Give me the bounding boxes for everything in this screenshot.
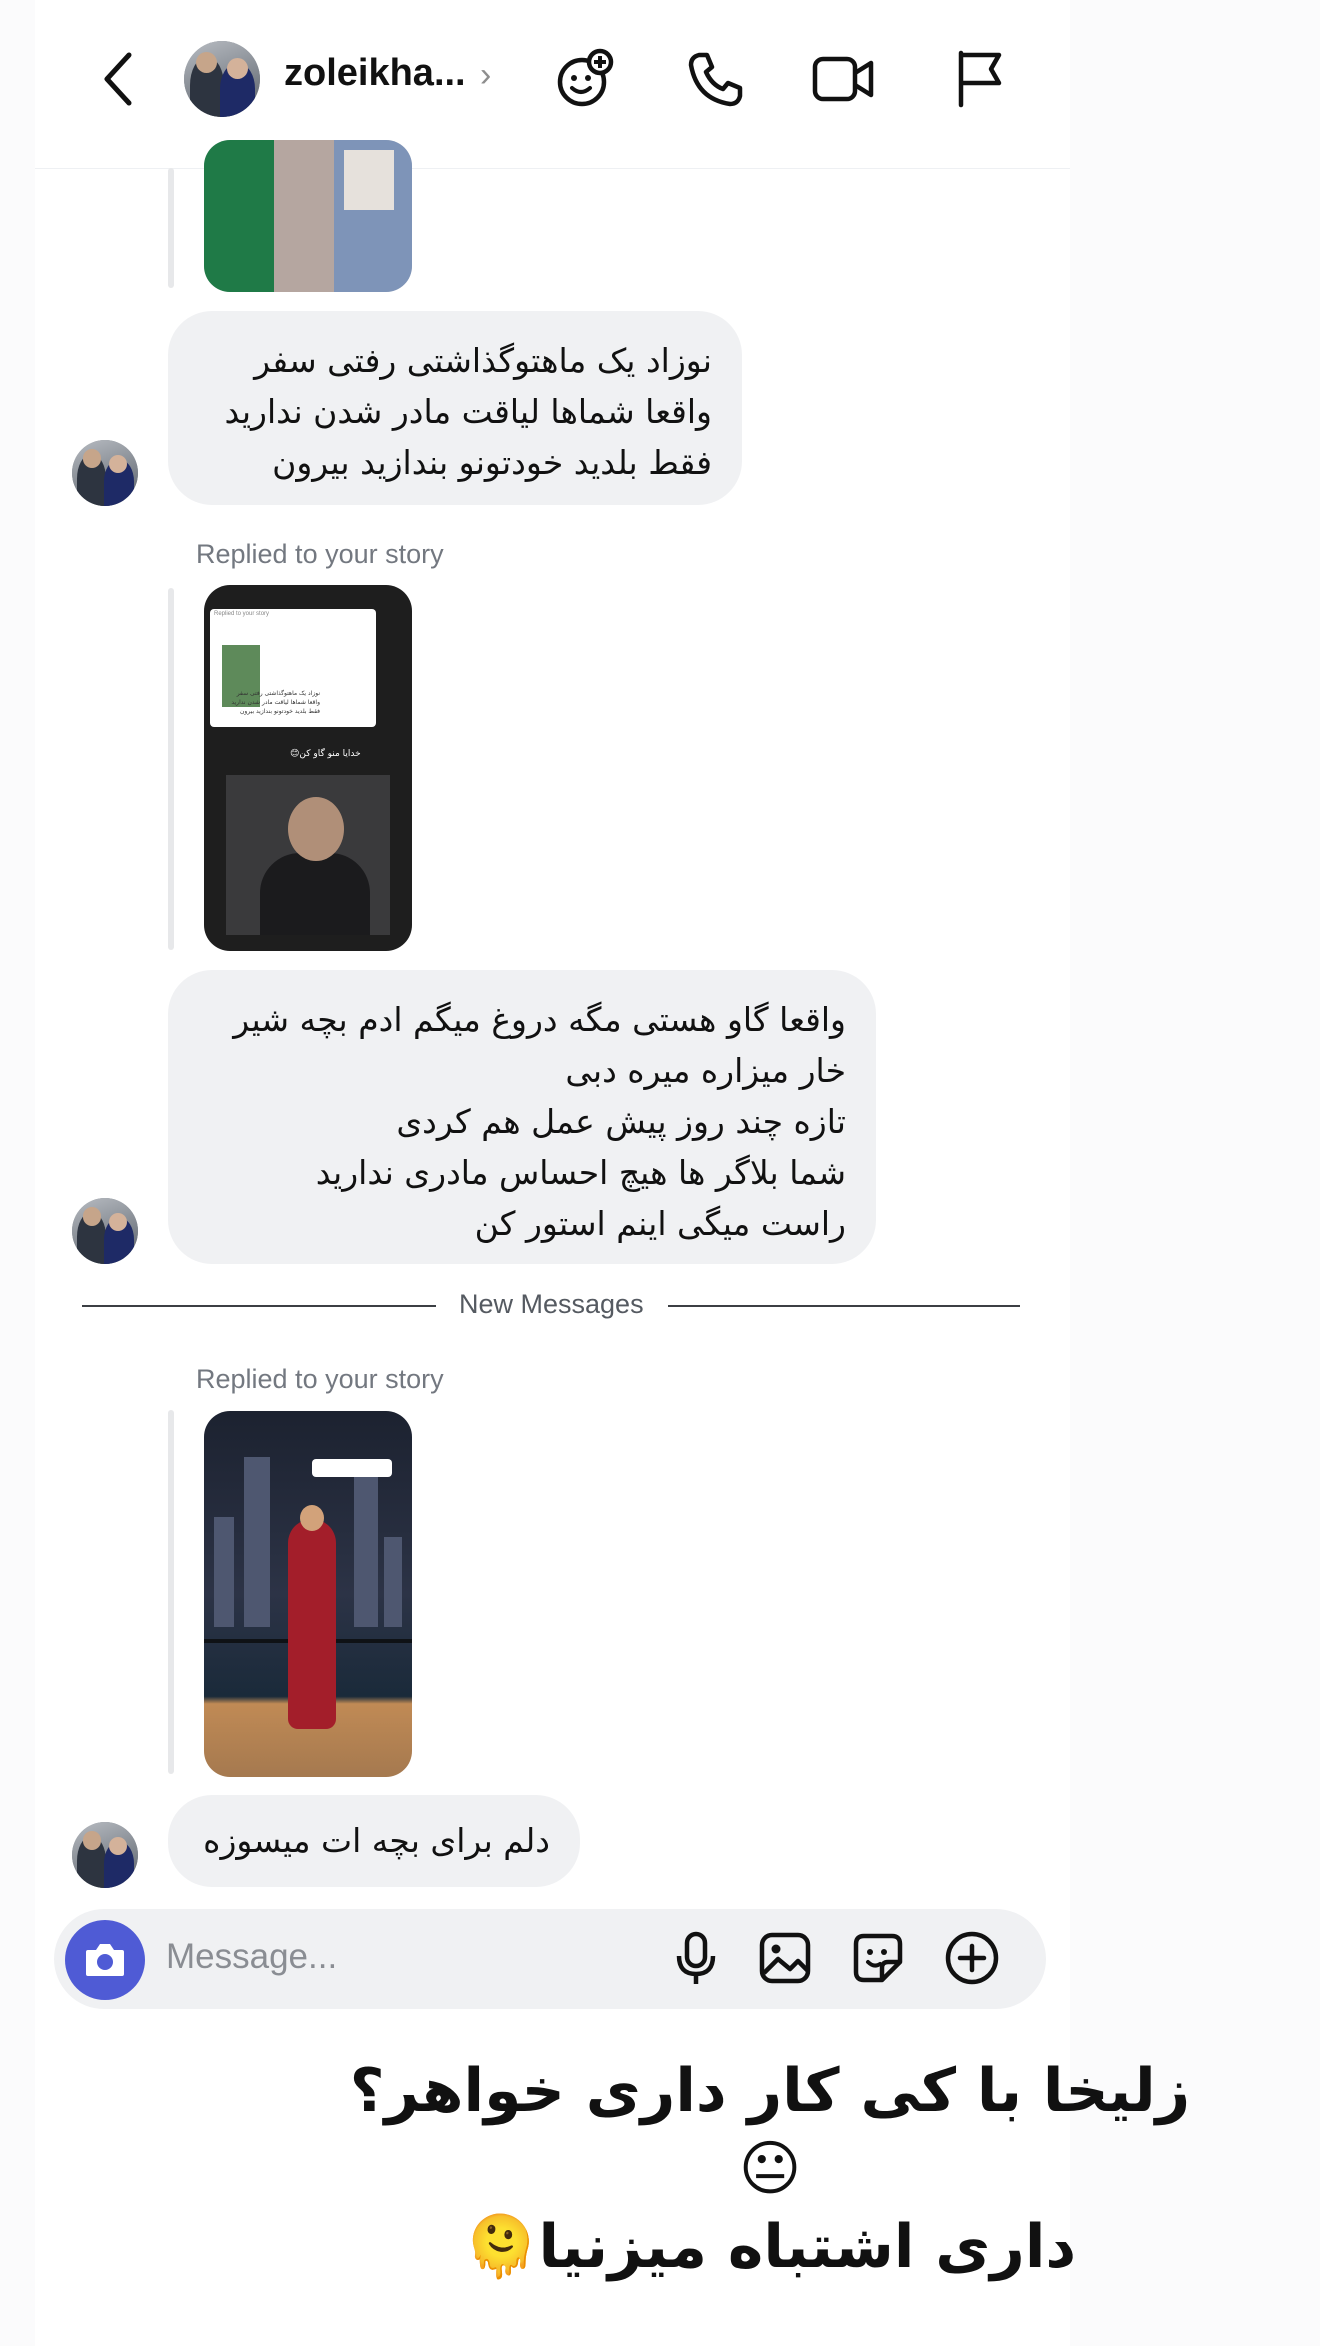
reply-label: Replied to your story: [196, 1364, 444, 1394]
sender-avatar[interactable]: [72, 1822, 138, 1888]
chevron-right-icon: ›: [480, 56, 492, 94]
gallery-icon[interactable]: [757, 1930, 813, 1986]
effects-icon[interactable]: [550, 44, 620, 114]
username[interactable]: zoleikha...: [284, 52, 466, 95]
story-thumbnail[interactable]: [204, 140, 412, 292]
message-bubble[interactable]: واقعا گاو هستی مگه دروغ میگم ادم بچه شیر…: [168, 970, 876, 1264]
new-messages-divider: New Messages: [459, 1289, 644, 1319]
message-bubble[interactable]: نوزاد یک ماهتوگذاشتی رفتی سفر واقعا شماه…: [168, 311, 742, 505]
message-bubble[interactable]: دلم برای بچه ات میسوزه: [168, 1795, 580, 1887]
phone-icon[interactable]: [680, 44, 750, 114]
reply-bar: [168, 1410, 174, 1774]
message-input[interactable]: Message...: [166, 1937, 337, 1977]
header-avatar[interactable]: [184, 41, 260, 117]
story-caption: خدایا منو گاو کن😊: [290, 749, 361, 759]
background-strip: [1070, 0, 1320, 2346]
divider-line: [82, 1305, 436, 1307]
microphone-icon[interactable]: [668, 1930, 724, 1986]
camera-icon[interactable]: [65, 1920, 145, 2000]
story-thumbnail[interactable]: [204, 1411, 412, 1777]
plus-icon[interactable]: [944, 1930, 1000, 1986]
sticker-icon[interactable]: [850, 1930, 906, 1986]
video-camera-icon[interactable]: [808, 44, 878, 114]
reply-bar: [168, 588, 174, 950]
sender-avatar[interactable]: [72, 440, 138, 506]
divider-line: [668, 1305, 1020, 1307]
story-mini-text: نوزاد یک ماهتوگذاشتی رفتی سفر واقعا شماه…: [231, 690, 320, 715]
reply-label: Replied to your story: [196, 539, 444, 569]
story-mini-label: Replied to your story: [214, 611, 270, 617]
reply-bar: [168, 168, 174, 288]
overlay-caption: زلیخا با کی کار داری خواهر؟😐 داری اشتباه…: [349, 2056, 1191, 2282]
back-arrow-icon[interactable]: [92, 44, 146, 114]
story-thumbnail[interactable]: Replied to your story نوزاد یک ماهتوگذاش…: [204, 585, 412, 951]
flag-icon[interactable]: [944, 44, 1014, 114]
sender-avatar[interactable]: [72, 1198, 138, 1264]
